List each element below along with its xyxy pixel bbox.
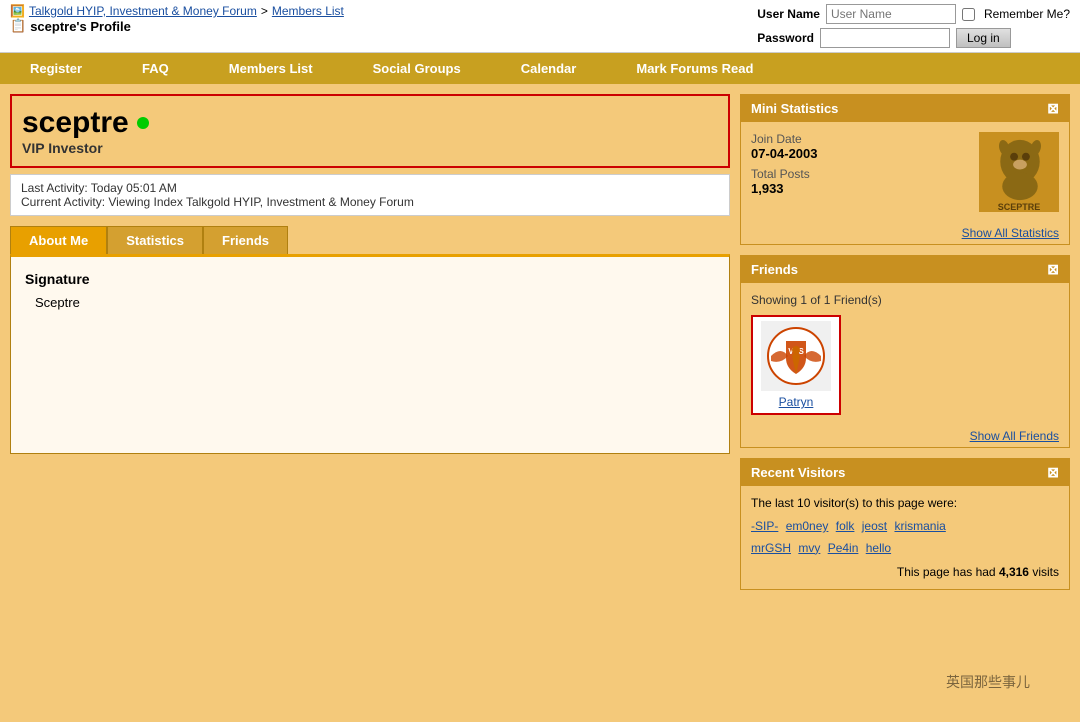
visitors-links: -SIP- em0ney folk jeost krismania mrGSH … (751, 516, 1059, 559)
tabs-row: About Me Statistics Friends (10, 226, 730, 254)
tab-statistics[interactable]: Statistics (107, 226, 203, 254)
members-list-link[interactable]: Members List (272, 4, 344, 18)
username-row: User Name Remember Me? (757, 4, 1070, 24)
password-label: Password (757, 31, 814, 45)
signature-value: Sceptre (35, 295, 715, 310)
friends-header: Friends ⊠ (741, 256, 1069, 283)
friends-title: Friends (751, 262, 798, 277)
username-label: User Name (757, 7, 820, 21)
show-all-friends-link[interactable]: Show All Friends (741, 425, 1069, 447)
password-input[interactable] (820, 28, 950, 48)
recent-visitors-header: Recent Visitors ⊠ (741, 459, 1069, 486)
mini-stats-inner: Join Date 07-04-2003 Total Posts 1,933 (751, 132, 1059, 212)
login-area: User Name Remember Me? Password Log in (757, 4, 1070, 48)
join-date-value: 07-04-2003 (751, 146, 969, 161)
watermark: 英国那些事儿 (946, 672, 1030, 692)
left-column: sceptre VIP Investor Last Activity: Toda… (10, 94, 730, 590)
page-title: sceptre's Profile (30, 19, 131, 34)
user-title: VIP Investor (22, 140, 718, 156)
tabs-area: About Me Statistics Friends Signature Sc… (10, 226, 730, 454)
friends-showing: Showing 1 of 1 Friend(s) (751, 293, 1059, 307)
username-row: sceptre (22, 106, 718, 140)
recent-visitors-box: Recent Visitors ⊠ The last 10 visitor(s)… (740, 458, 1070, 590)
page-visits-count: 4,316 (999, 565, 1029, 579)
friends-collapse-icon[interactable]: ⊠ (1047, 261, 1059, 278)
signature-label: Signature (25, 271, 715, 287)
show-all-stats-link[interactable]: Show All Statistics (741, 222, 1069, 244)
visitor-mvy[interactable]: mvy (798, 541, 820, 555)
recent-visitors-body: The last 10 visitor(s) to this page were… (741, 486, 1069, 589)
nav-bar: Register FAQ Members List Social Groups … (0, 53, 1080, 84)
mini-stats-box: Mini Statistics ⊠ Join Date 07-04-2003 T… (740, 94, 1070, 245)
password-row: Password Log in (757, 28, 1070, 48)
mini-stats-header: Mini Statistics ⊠ (741, 95, 1069, 122)
nav-members-list[interactable]: Members List (199, 53, 343, 84)
mini-stats-body: Join Date 07-04-2003 Total Posts 1,933 (741, 122, 1069, 222)
remember-me-checkbox[interactable] (962, 8, 975, 21)
tab-friends[interactable]: Friends (203, 226, 288, 254)
nav-social-groups[interactable]: Social Groups (343, 53, 491, 84)
nav-calendar[interactable]: Calendar (491, 53, 607, 84)
page-visits: This page has had 4,316 visits (751, 565, 1059, 579)
login-button[interactable]: Log in (956, 28, 1011, 48)
mini-stats-data: Join Date 07-04-2003 Total Posts 1,933 (751, 132, 969, 212)
username: sceptre (22, 106, 129, 140)
profile-header: sceptre VIP Investor (10, 94, 730, 168)
username-input[interactable] (826, 4, 956, 24)
tab-content: Signature Sceptre (10, 254, 730, 454)
breadcrumb: 🖼️ Talkgold HYIP, Investment & Money For… (10, 4, 344, 18)
friends-body: Showing 1 of 1 Friend(s) VFS (741, 283, 1069, 425)
right-column: Mini Statistics ⊠ Join Date 07-04-2003 T… (740, 94, 1070, 590)
visitor-krismania[interactable]: krismania (894, 519, 945, 533)
collapse-icon[interactable]: ⊠ (1047, 100, 1059, 117)
join-date-label: Join Date (751, 132, 969, 146)
total-posts-value: 1,933 (751, 181, 969, 196)
visitor-pe4in[interactable]: Pe4in (828, 541, 859, 555)
profile-title-row: 📋 sceptre's Profile (10, 18, 344, 34)
forum-icon: 🖼️ (10, 4, 25, 18)
recent-visitors-title: Recent Visitors (751, 465, 845, 480)
online-indicator (137, 117, 149, 129)
recent-visitors-description: The last 10 visitor(s) to this page were… (751, 496, 1059, 510)
current-activity: Current Activity: Viewing Index Talkgold… (21, 195, 719, 209)
nav-mark-forums-read[interactable]: Mark Forums Read (606, 53, 783, 84)
tab-about-me[interactable]: About Me (10, 226, 107, 254)
forum-link[interactable]: Talkgold HYIP, Investment & Money Forum (29, 4, 257, 18)
nav-register[interactable]: Register (0, 53, 112, 84)
remember-me-label: Remember Me? (984, 7, 1070, 21)
breadcrumb-separator: > (261, 4, 268, 18)
page-visits-suffix: visits (1032, 565, 1059, 579)
activity-bar: Last Activity: Today 05:01 AM Current Ac… (10, 174, 730, 216)
mini-stats-title: Mini Statistics (751, 101, 838, 116)
visitor-sip[interactable]: -SIP- (751, 519, 778, 533)
visitor-hello[interactable]: hello (866, 541, 891, 555)
total-posts-label: Total Posts (751, 167, 969, 181)
friend-item: VFS Patryn (751, 315, 841, 415)
user-avatar: SCEPTRE (979, 132, 1059, 212)
friend-avatar: VFS (761, 321, 831, 391)
main-layout: sceptre VIP Investor Last Activity: Toda… (0, 84, 1080, 600)
friends-box: Friends ⊠ Showing 1 of 1 Friend(s) VFS (740, 255, 1070, 448)
visitor-folk[interactable]: folk (836, 519, 855, 533)
avatar-label: SCEPTRE (998, 202, 1041, 212)
breadcrumb-area: 🖼️ Talkgold HYIP, Investment & Money For… (10, 4, 344, 34)
page-visits-prefix: This page has had (897, 565, 996, 579)
friend-name[interactable]: Patryn (779, 395, 814, 409)
nav-faq[interactable]: FAQ (112, 53, 199, 84)
top-bar: 🖼️ Talkgold HYIP, Investment & Money For… (0, 0, 1080, 53)
visitors-collapse-icon[interactable]: ⊠ (1047, 464, 1059, 481)
visitor-jeost[interactable]: jeost (862, 519, 887, 533)
last-activity: Last Activity: Today 05:01 AM (21, 181, 719, 195)
visitor-mrgsh[interactable]: mrGSH (751, 541, 791, 555)
profile-icon: 📋 (10, 18, 26, 34)
visitor-em0ney[interactable]: em0ney (786, 519, 829, 533)
